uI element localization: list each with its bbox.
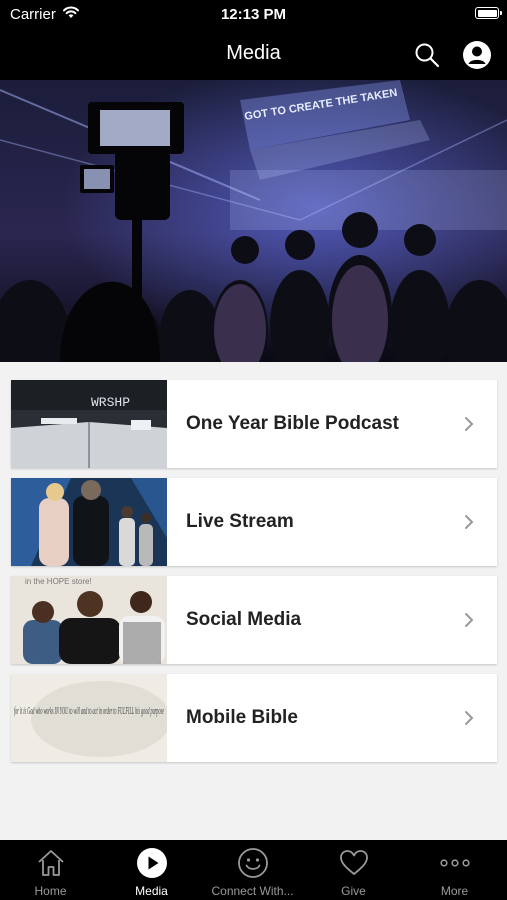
nav-bar: Media [0, 30, 507, 80]
smiley-icon [238, 848, 268, 878]
podcast-thumbnail: WRSHP [11, 380, 167, 468]
tab-home[interactable]: Home [0, 840, 101, 900]
tab-media[interactable]: Media [101, 840, 202, 900]
mobile-bible-thumb-text: for it is God who works IN YOU to will a… [14, 706, 164, 717]
tab-more[interactable]: More [404, 840, 505, 900]
home-icon [38, 850, 64, 876]
tab-label: Connect With... [211, 884, 294, 898]
tab-give[interactable]: Give [303, 840, 404, 900]
more-icon [440, 859, 470, 867]
media-item-social-media[interactable]: in the HOPE store! Social Media [11, 576, 497, 664]
tab-label: Home [34, 884, 67, 898]
chevron-right-icon [465, 417, 474, 431]
media-item-label: Live Stream [186, 511, 294, 532]
tab-label: More [440, 884, 469, 898]
tab-label: Give [341, 884, 366, 898]
battery-icon [475, 7, 502, 19]
hero-image: GOT TO CREATE THE TAKEN [0, 80, 507, 362]
status-bar: Carrier 12:13 PM [0, 0, 507, 30]
media-item-live-stream[interactable]: Live Stream [11, 478, 497, 566]
media-item-mobile-bible[interactable]: for it is God who works IN YOU to will a… [11, 674, 497, 762]
clock: 12:13 PM [220, 6, 287, 23]
podcast-thumb-text: WRSHP [91, 395, 130, 410]
media-item-label: One Year Bible Podcast [186, 413, 399, 434]
search-icon[interactable] [414, 42, 440, 68]
heart-icon [340, 850, 368, 875]
tab-bar: Home Media Connect With... Give More [0, 840, 507, 900]
chevron-right-icon [465, 515, 474, 529]
live-stream-thumbnail [11, 478, 167, 566]
media-list: WRSHP One Year Bible Podcast Live Stream… [0, 362, 507, 840]
social-media-thumbnail: in the HOPE store! [11, 576, 167, 664]
profile-icon[interactable] [462, 40, 492, 70]
play-icon [137, 848, 167, 878]
media-item-label: Social Media [186, 609, 302, 630]
mobile-bible-thumbnail: for it is God who works IN YOU to will a… [11, 674, 167, 762]
tab-connect[interactable]: Connect With... [202, 840, 303, 900]
chevron-right-icon [465, 711, 474, 725]
media-item-label: Mobile Bible [186, 707, 298, 728]
social-thumb-text: in the HOPE store! [25, 577, 92, 586]
media-item-one-year-bible-podcast[interactable]: WRSHP One Year Bible Podcast [11, 380, 497, 468]
tab-label: Media [135, 884, 168, 898]
chevron-right-icon [465, 613, 474, 627]
